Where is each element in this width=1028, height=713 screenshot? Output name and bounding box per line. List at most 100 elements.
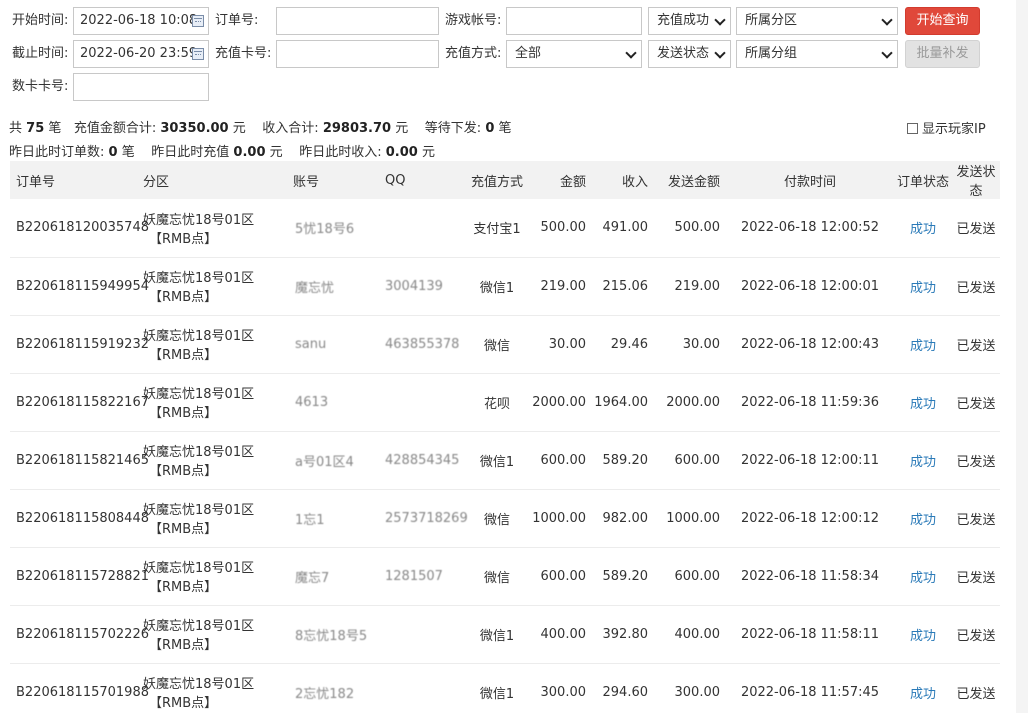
- order-status-cell-text[interactable]: 成功: [910, 687, 936, 702]
- zone-select[interactable]: 所属分区: [736, 7, 898, 35]
- income-cell-text: 392.80: [602, 626, 649, 642]
- amount-cell-text: 400.00: [540, 626, 587, 642]
- order-status-cell-text[interactable]: 成功: [910, 513, 936, 528]
- income-cell-text: 589.20: [602, 452, 649, 468]
- order-id-text: B220618115808448: [16, 510, 149, 526]
- account-cell: 8忘忧18号5: [287, 605, 377, 663]
- table-row: B220618115821465 妖魔忘忧18号01区 【RMB点】 a号01区4 42…: [10, 431, 1000, 489]
- pay-time-cell: 2022-06-18 12:00:01: [726, 257, 894, 315]
- method-cell: 微信: [467, 315, 527, 373]
- show-ip-label: 显示玩家IP: [922, 122, 986, 137]
- amount-cell: 2000.00: [527, 373, 592, 431]
- send-status-cell: 已发送: [952, 605, 1000, 663]
- calendar-icon[interactable]: [192, 48, 204, 60]
- send-amount-cell-text: 500.00: [674, 220, 721, 236]
- order-id: B220618120035748: [10, 199, 149, 257]
- recharge-status-select[interactable]: 充值成功: [648, 7, 731, 35]
- col-header: 账号: [293, 174, 320, 190]
- send-status-cell-text: 已发送: [956, 686, 996, 702]
- amount-cell-text: 1000.00: [532, 510, 586, 526]
- order-status-cell-text[interactable]: 成功: [910, 339, 936, 354]
- order-status-cell-text[interactable]: 成功: [910, 455, 936, 470]
- query-button[interactable]: 开始查询: [905, 7, 980, 35]
- amount-cell-text: 500.00: [540, 220, 587, 236]
- order-status-cell-text[interactable]: 成功: [910, 571, 936, 586]
- order-no-input[interactable]: [276, 7, 439, 35]
- pending-value: 0: [485, 121, 495, 136]
- zone-name: 妖魔忘忧18号01区: [143, 677, 255, 692]
- calendar-icon[interactable]: [192, 15, 204, 27]
- table-row: B220618115808448 妖魔忘忧18号01区 【RMB点】 1忘1 25737…: [10, 489, 1000, 547]
- col-header: 充值方式: [470, 174, 523, 190]
- qq-cell: [377, 199, 467, 257]
- end-time-input[interactable]: 2022-06-20 23:59: [73, 40, 209, 68]
- amount-cell-text: 600.00: [540, 452, 587, 468]
- card-number-label: 数卡卡号:: [12, 79, 69, 94]
- table-row: B220618115949954 妖魔忘忧18号01区 【RMB点】 魔忘忧 30041…: [10, 257, 1000, 315]
- send-amount-cell: 300.00: [654, 663, 726, 713]
- col-header: 订单号: [16, 174, 56, 190]
- send-status-cell-text: 已发送: [956, 512, 996, 528]
- order-id-text: B220618115702226: [16, 626, 149, 642]
- zone-cell: 妖魔忘忧18号01区 【RMB点】: [137, 199, 287, 257]
- method-cell: 微信1: [467, 431, 527, 489]
- table-row: B220618115702226 妖魔忘忧18号01区 【RMB点】 8忘忧18号5 微…: [10, 605, 1000, 663]
- order-no-label: 订单号:: [215, 13, 259, 28]
- send-status-cell-text: 已发送: [956, 570, 996, 586]
- send-amount-cell-text: 2000.00: [666, 394, 720, 410]
- show-ip-checkbox[interactable]: 显示玩家IP: [907, 118, 986, 137]
- method-cell-text: 微信1: [479, 454, 515, 470]
- checkbox-icon[interactable]: [907, 123, 918, 134]
- recharge-method-select[interactable]: 全部: [506, 40, 642, 68]
- amount-cell: 600.00: [527, 431, 592, 489]
- recharge-status-value: 充值成功: [657, 13, 710, 28]
- account-cell: sanu: [287, 315, 377, 373]
- zone-tag: 【RMB点】: [149, 348, 218, 363]
- table-row: B220618115701988 妖魔忘忧18号01区 【RMB点】 2忘忧182 微信…: [10, 663, 1000, 713]
- chevron-down-icon: [714, 14, 726, 26]
- pay-time-cell-text: 2022-06-18 11:58:11: [740, 626, 880, 642]
- recharge-sum-label: 充值金额合计:: [73, 121, 157, 136]
- send-status-select[interactable]: 发送状态: [648, 40, 731, 68]
- order-id-text: B220618115821465: [16, 452, 149, 468]
- order-status-cell: 成功: [894, 431, 952, 489]
- group-select[interactable]: 所属分组: [736, 40, 898, 68]
- qq-cell-text: 463855378: [385, 336, 460, 352]
- start-time-input[interactable]: 2022-06-18 10:08: [73, 7, 209, 35]
- pay-time-cell: 2022-06-18 11:59:36: [726, 373, 894, 431]
- yesterday-orders-label: 昨日此时订单数:: [9, 145, 105, 160]
- order-status-cell: 成功: [894, 315, 952, 373]
- end-time-value: 2022-06-20 23:59: [80, 46, 198, 61]
- order-status-cell-text[interactable]: 成功: [910, 281, 936, 296]
- zone-cell: 妖魔忘忧18号01区 【RMB点】: [137, 257, 287, 315]
- order-status-cell-text[interactable]: 成功: [910, 397, 936, 412]
- income-cell-text: 215.06: [602, 278, 649, 294]
- order-id: B220618115919232: [10, 315, 149, 373]
- pay-time-cell-text: 2022-06-18 11:58:34: [740, 568, 880, 584]
- order-id-text: B220618115728821: [16, 568, 149, 584]
- total-unit: 笔: [48, 121, 62, 136]
- bulk-resend-button[interactable]: 批量补发: [905, 40, 980, 68]
- scrollbar[interactable]: [1016, 0, 1028, 713]
- order-id: B220618115949954: [10, 257, 149, 315]
- recharge-card-input[interactable]: [276, 40, 439, 68]
- qq-cell-text: 428854345: [385, 452, 460, 468]
- method-cell-text: 微信1: [479, 686, 515, 702]
- amount-cell: 400.00: [527, 605, 592, 663]
- order-status-cell-text[interactable]: 成功: [910, 629, 936, 644]
- send-amount-cell-text: 219.00: [674, 278, 721, 294]
- account-cell: 1忘1: [287, 489, 377, 547]
- zone-tag: 【RMB点】: [149, 290, 218, 305]
- pay-time-cell: 2022-06-18 12:00:52: [726, 199, 894, 257]
- order-status-cell-text[interactable]: 成功: [910, 222, 936, 237]
- method-cell-text: 微信: [483, 512, 510, 528]
- account-cell: 魔忘忧: [287, 257, 377, 315]
- card-number-input[interactable]: [73, 73, 209, 101]
- send-status-cell: 已发送: [952, 663, 1000, 713]
- game-account-input[interactable]: [506, 7, 642, 35]
- send-status-cell: 已发送: [952, 373, 1000, 431]
- income-cell: 29.46: [592, 315, 654, 373]
- pending-label: 等待下发:: [424, 121, 482, 136]
- income-cell-text: 982.00: [602, 510, 649, 526]
- pay-time-cell-text: 2022-06-18 12:00:01: [740, 278, 880, 294]
